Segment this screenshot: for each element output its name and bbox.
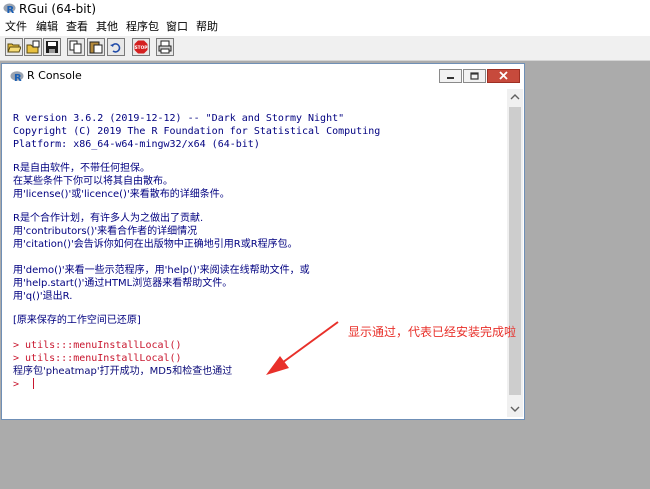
annotation-arrow: [266, 321, 339, 375]
annotation-note: 显示通过，代表已经安装完成啦: [348, 325, 517, 339]
